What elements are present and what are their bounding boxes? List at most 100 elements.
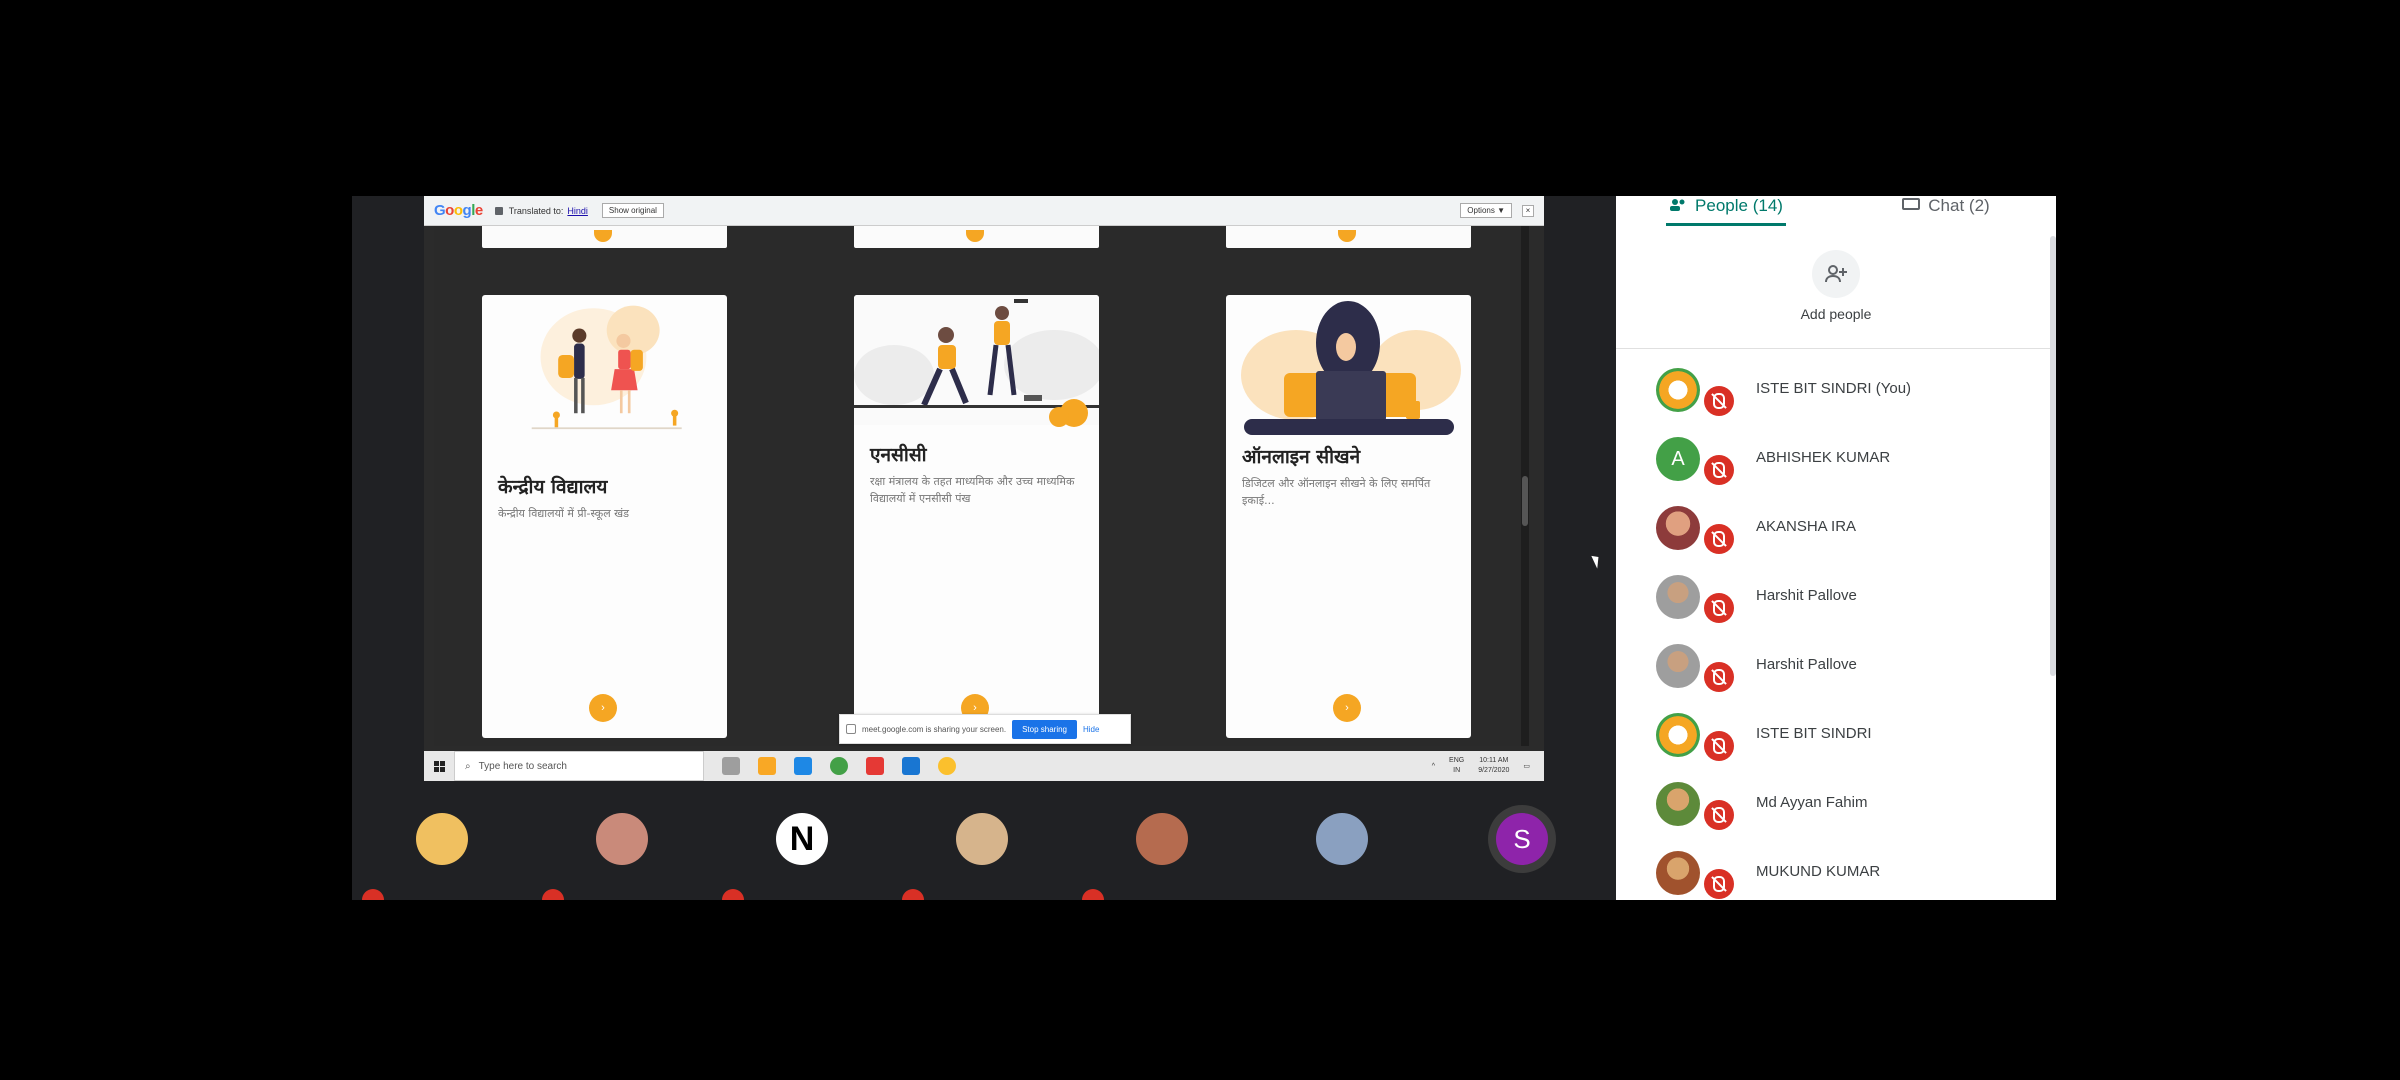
- card-title: ऑनलाइन सीखने: [1242, 446, 1361, 468]
- arrow-right-icon[interactable]: ›: [1333, 694, 1361, 722]
- chrome-icon[interactable]: [830, 757, 848, 775]
- people-icon: [1670, 199, 1685, 211]
- card-stub: [854, 226, 1099, 248]
- card-stub: [482, 226, 727, 248]
- avatar: [1656, 575, 1700, 619]
- scroll-thumb[interactable]: [1522, 476, 1528, 526]
- file-explorer-icon[interactable]: [758, 757, 776, 775]
- avatar: [1656, 713, 1700, 757]
- google-logo: Google: [434, 202, 483, 219]
- participant-strip: N S: [352, 781, 1616, 900]
- panel-scrollbar[interactable]: [2050, 236, 2056, 676]
- mic-off-icon: [1704, 386, 1734, 416]
- web-page: केन्द्रीय विद्यालय केन्द्रीय विद्यालयों …: [434, 226, 1529, 746]
- mic-off-icon: [1704, 869, 1734, 899]
- windows-taskbar: ⌕ Type here to search ^ ENG IN 10:11 AM 9/…: [424, 751, 1544, 781]
- avatar: [1656, 782, 1700, 826]
- athletes-illustration: [854, 295, 1099, 427]
- avatar: [1656, 506, 1700, 550]
- system-tray: ^ ENG IN 10:11 AM 9/27/2020 ▭: [1432, 756, 1544, 776]
- hide-button[interactable]: Hide: [1083, 725, 1099, 734]
- tab-people[interactable]: People (14): [1616, 196, 1836, 230]
- close-icon[interactable]: ×: [1522, 204, 1534, 217]
- avatar: [1656, 368, 1700, 412]
- chrome-icon[interactable]: [938, 757, 956, 775]
- mic-off-icon: [1704, 662, 1734, 692]
- mic-off-icon: [1704, 800, 1734, 830]
- google-translate-bar: Google Translated to: Hindi Show origina…: [424, 196, 1544, 226]
- participant-avatar[interactable]: [956, 813, 1008, 865]
- avatar: A: [1656, 437, 1700, 481]
- share-message: meet.google.com is sharing your screen.: [862, 724, 1007, 734]
- card-online-learning[interactable]: ऑनलाइन सीखने डिजिटल और ऑनलाइन सीखने के ल…: [1226, 295, 1471, 738]
- participant-row[interactable]: Harshit Pallove: [1616, 563, 2046, 632]
- participant-avatar[interactable]: [596, 813, 648, 865]
- translated-to-label: Translated to:: [508, 205, 564, 216]
- chevron-up-icon[interactable]: ^: [1432, 763, 1435, 770]
- arrow-right-icon[interactable]: ›: [589, 694, 617, 722]
- avatar: [1656, 644, 1700, 688]
- mic-off-icon: [1704, 524, 1734, 554]
- participant-row[interactable]: ISTE BIT SINDRI (You): [1616, 356, 2046, 425]
- search-icon: ⌕: [465, 760, 471, 772]
- divider: [1616, 348, 2056, 349]
- mic-off-icon: [1704, 593, 1734, 623]
- card-ncc[interactable]: एनसीसी रक्षा मंत्रालय के तहत माध्यमिक और…: [854, 295, 1099, 738]
- card-title: एनसीसी: [870, 444, 927, 466]
- mouse-cursor: [1591, 553, 1603, 569]
- task-view-icon[interactable]: [722, 757, 740, 775]
- page-scrollbar[interactable]: [1521, 226, 1529, 746]
- share-icon: [846, 724, 856, 734]
- card-description: रक्षा मंत्रालय के तहत माध्यमिक और उच्च म…: [870, 475, 1075, 505]
- participant-name: AKANSHA IRA: [1756, 518, 1857, 535]
- search-placeholder: Type here to search: [478, 760, 567, 772]
- participant-avatar[interactable]: N: [776, 813, 828, 865]
- participant-avatar[interactable]: [1316, 813, 1368, 865]
- participant-row[interactable]: Harshit Pallove: [1616, 632, 2046, 701]
- add-person-icon: [1812, 250, 1860, 298]
- vscode-icon[interactable]: [902, 757, 920, 775]
- options-button[interactable]: Options ▼: [1460, 203, 1512, 218]
- tab-label: Chat (2): [1928, 196, 1990, 215]
- participant-row[interactable]: MUKUND KUMAR: [1616, 839, 2046, 900]
- participant-row[interactable]: Md Ayyan Fahim: [1616, 770, 2046, 839]
- participant-name: ISTE BIT SINDRI (You): [1756, 380, 1912, 397]
- screen-share-notice: meet.google.com is sharing your screen. …: [839, 714, 1131, 744]
- taskbar-search[interactable]: ⌕ Type here to search: [454, 751, 704, 781]
- mic-off-icon: [1704, 731, 1734, 761]
- panel-tabs: People (14) Chat (2): [1616, 196, 2056, 230]
- participant-row[interactable]: ISTE BIT SINDRI: [1616, 701, 2046, 770]
- participant-name: ISTE BIT SINDRI: [1756, 725, 1872, 742]
- participant-avatar[interactable]: [416, 813, 468, 865]
- card-description: डिजिटल और ऑनलाइन सीखने के लिए समर्पित इक…: [1242, 477, 1431, 507]
- participant-row[interactable]: A ABHISHEK KUMAR: [1616, 425, 2046, 494]
- participant-list: ISTE BIT SINDRI (You) A ABHISHEK KUMAR A…: [1616, 356, 2046, 900]
- participant-avatar[interactable]: [1136, 813, 1188, 865]
- add-people-button[interactable]: Add people: [1616, 250, 2056, 322]
- card-kendriya-vidyalaya[interactable]: केन्द्रीय विद्यालय केन्द्रीय विद्यालयों …: [482, 295, 727, 738]
- windows-start-icon[interactable]: [424, 751, 454, 781]
- tab-label: People (14): [1695, 196, 1783, 215]
- notifications-icon[interactable]: ▭: [1523, 762, 1530, 770]
- participant-row[interactable]: AKANSHA IRA: [1616, 494, 2046, 563]
- tab-chat[interactable]: Chat (2): [1836, 196, 2056, 230]
- self-avatar[interactable]: S: [1496, 813, 1548, 865]
- clock[interactable]: 10:11 AM 9/27/2020: [1478, 756, 1509, 776]
- stop-sharing-button[interactable]: Stop sharing: [1012, 719, 1077, 739]
- mic-off-icon: [1704, 455, 1734, 485]
- mic-off-icon: [902, 889, 924, 900]
- shared-screen: Google Translated to: Hindi Show origina…: [424, 196, 1603, 781]
- participant-name: Md Ayyan Fahim: [1756, 794, 1868, 811]
- card-description: केन्द्रीय विद्यालयों में प्री-स्कूल खंड: [498, 507, 630, 520]
- show-original-button[interactable]: Show original: [601, 203, 664, 218]
- store-icon[interactable]: [794, 757, 812, 775]
- mic-off-icon: [1082, 889, 1104, 900]
- children-illustration: [531, 305, 682, 430]
- mic-off-icon: [542, 889, 564, 900]
- app-icon[interactable]: [866, 757, 884, 775]
- card-title: केन्द्रीय विद्यालय: [498, 476, 608, 498]
- language-select[interactable]: Hindi: [567, 206, 588, 216]
- add-people-label: Add people: [1800, 306, 1872, 322]
- language-indicator[interactable]: ENG IN: [1449, 756, 1464, 776]
- participant-name: Harshit Pallove: [1756, 587, 1857, 604]
